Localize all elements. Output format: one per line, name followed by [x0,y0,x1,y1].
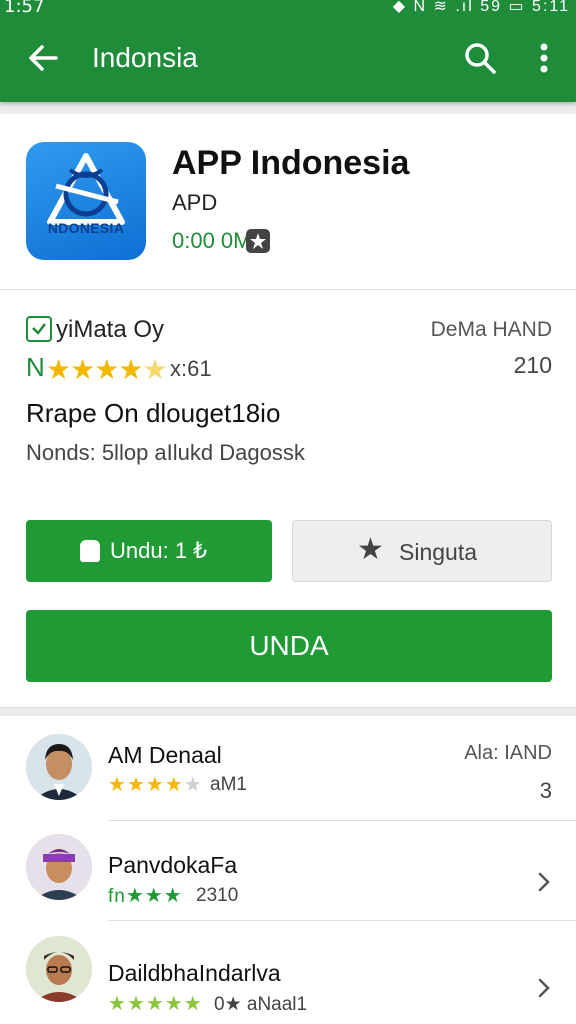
chevron-right-icon[interactable] [536,870,552,894]
app-info-card: yiMata Oy DeMa HAND N ★★★★★ x:61 210 Rra… [0,290,576,708]
back-arrow-icon [29,45,58,71]
star-icon: ★ [118,354,143,385]
star-icon: ★ [46,354,71,385]
more-options-button[interactable] [524,36,564,80]
page-title: Indonsia [92,42,198,73]
star-icon: ★ [94,354,119,385]
download-icon [80,540,100,562]
app-headline: Rrape On dlouget18io [26,398,281,428]
review-meta: Ala: IAND [464,742,552,764]
review-count: aM1 [210,774,247,795]
info-label: DeMa HAND [430,318,552,341]
search-button[interactable] [458,36,502,80]
app-title: APP Indonesia [172,144,410,182]
avatar [26,834,92,900]
app-header-card: NDONESIA APP Indonesia APD 0:00 0M [0,114,576,290]
divider [108,820,576,821]
status-bar: 1:57 ◆ N ≋ .ıl 59 ▭ 5:11 [0,0,576,18]
star-icon: ★ [357,533,384,566]
divider [108,920,576,921]
list-item[interactable]: AM Denaal ★★★★★ aM1 Ala: IAND 3 [0,726,576,816]
review-stars: fn★★★ [108,885,183,907]
developer-name[interactable]: yiMata Oy [56,316,164,344]
app-logo-emblem-icon [47,153,125,225]
app-logo[interactable]: NDONESIA [26,142,146,260]
review-list: AM Denaal ★★★★★ aM1 Ala: IAND 3 Panvdoka… [0,716,576,1024]
review-count: 0★ aNaal1 [214,994,308,1015]
info-value: 210 [513,352,552,378]
search-icon [465,43,496,74]
download-icon [26,316,52,342]
rating-count: x:61 [170,356,212,381]
star-icon: ★ [70,354,95,385]
status-time: 1:57 [4,0,45,17]
app-developer[interactable]: APD [172,190,217,216]
badge-icon [246,229,270,253]
reviewer-name: DaildbhaIndarlva [108,960,281,986]
status-icons: ◆ N ≋ .ıl 59 ▭ 5:11 [392,0,570,15]
avatar [26,936,92,1002]
list-item[interactable]: PanvdokaFa fn★★★ 2310 [0,826,576,916]
list-item[interactable]: DaildbhaIndarlva ★★★★★ 0★ aNaal1 [0,928,576,1018]
review-count: 2310 [196,885,239,906]
star-half-icon: ★ [142,354,167,385]
reviewer-name: AM Denaal [108,742,222,768]
primary-action-button[interactable]: UNDA [26,610,552,682]
chevron-right-icon[interactable] [536,976,552,1000]
app-logo-text: NDONESIA [47,220,125,236]
app-subline: Nonds: 5llop aIlukd Dagossk [26,440,305,465]
rating-stars: ★★★★★ [46,354,168,385]
wishlist-button[interactable]: ★ Singuta [292,520,552,582]
review-prefix: fn [108,886,126,907]
wishlist-button-label: Singuta [399,539,478,565]
app-size: 0:00 0M [172,228,252,253]
review-stars: ★★★★★ [108,993,203,1015]
toolbar: Indonsia [0,22,576,94]
back-button[interactable] [22,36,66,80]
install-button-label: Undu: 1 ₺ [110,538,208,563]
rating-prefix: N [26,352,45,382]
install-button[interactable]: Undu: 1 ₺ [26,520,272,582]
avatar [26,734,92,800]
reviewer-name: PanvdokaFa [108,852,238,878]
more-vert-icon [540,43,548,73]
app-bar: 1:57 ◆ N ≋ .ıl 59 ▭ 5:11 Indonsia [0,0,576,102]
review-stars: ★★★★★ [108,774,203,796]
review-number: 3 [539,778,552,803]
